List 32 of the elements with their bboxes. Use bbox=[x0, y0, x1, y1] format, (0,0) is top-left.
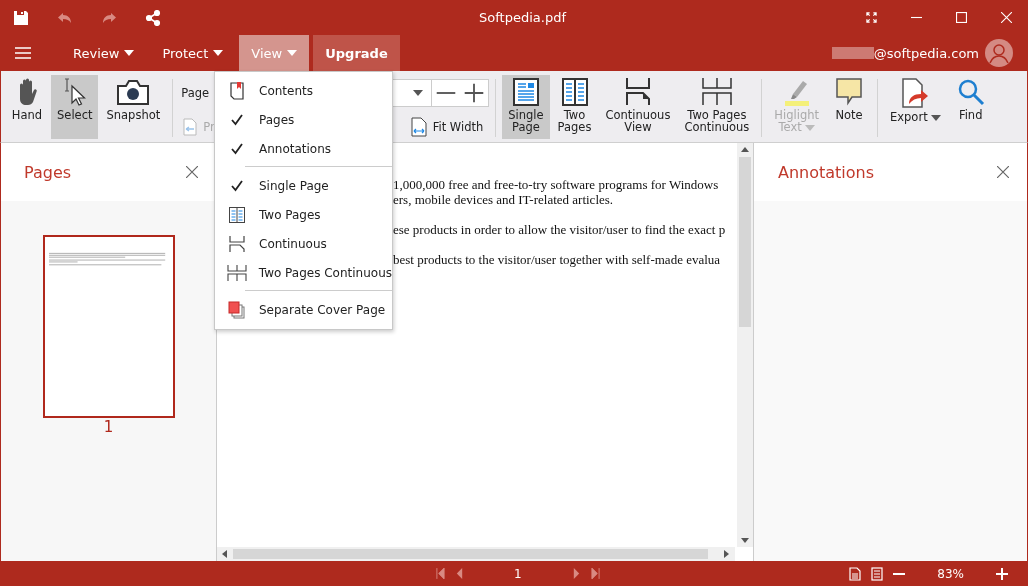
window-title: Softpedia.pdf bbox=[478, 10, 568, 25]
menu-tab[interactable]: Protect bbox=[150, 35, 236, 71]
menu-item[interactable]: Contents bbox=[215, 76, 392, 105]
toolbar-button[interactable]: Two Pages bbox=[551, 75, 598, 139]
toolbar-button[interactable]: Find bbox=[948, 75, 993, 139]
document-text: ers, mobile devices and IT-related articles. bbox=[393, 192, 615, 207]
menu-item[interactable]: Single Page bbox=[215, 171, 392, 200]
toolbar-button[interactable]: Hand bbox=[5, 75, 49, 139]
menu-item[interactable]: Separate Cover Page bbox=[215, 295, 392, 324]
document-text: ese products in order to allow the visitor/user to find the exact p bbox=[393, 222, 727, 237]
menu-item[interactable]: Two Pages Continuous bbox=[215, 258, 392, 287]
toolbar-button[interactable]: Single Page bbox=[502, 75, 550, 139]
toolbar-button[interactable]: Continuous View bbox=[599, 75, 677, 139]
fit-width-button[interactable]: Fit Width bbox=[406, 115, 488, 139]
panel-title: Pages bbox=[24, 162, 72, 182]
page-label: Page bbox=[180, 86, 210, 100]
page-number: 1 bbox=[103, 418, 114, 436]
menu-item[interactable]: Continuous bbox=[215, 229, 392, 258]
document-text: 1,000,000 free and free-to-try software programs for Windows bbox=[393, 177, 720, 192]
menu-tab[interactable]: Review bbox=[61, 35, 147, 71]
account-email: @softpedia.com bbox=[873, 45, 979, 61]
toolbar-button[interactable]: Select bbox=[51, 75, 99, 139]
document-text: best products to the visitor/user together with self-made evalua bbox=[393, 252, 722, 267]
panel-title: Annotations bbox=[778, 162, 875, 182]
toolbar-button[interactable]: Export bbox=[884, 75, 947, 139]
toolbar-button[interactable]: Snapshot bbox=[100, 75, 167, 139]
toolbar-button[interactable]: Note bbox=[827, 75, 871, 139]
toolbar-button[interactable]: Two Pages Continuous bbox=[678, 75, 756, 139]
zoom-level: 83% bbox=[937, 566, 964, 581]
menu-item[interactable]: Two Pages bbox=[215, 200, 392, 229]
menu-tab[interactable]: Upgrade bbox=[313, 35, 400, 71]
page-number[interactable]: 1 bbox=[514, 566, 522, 581]
